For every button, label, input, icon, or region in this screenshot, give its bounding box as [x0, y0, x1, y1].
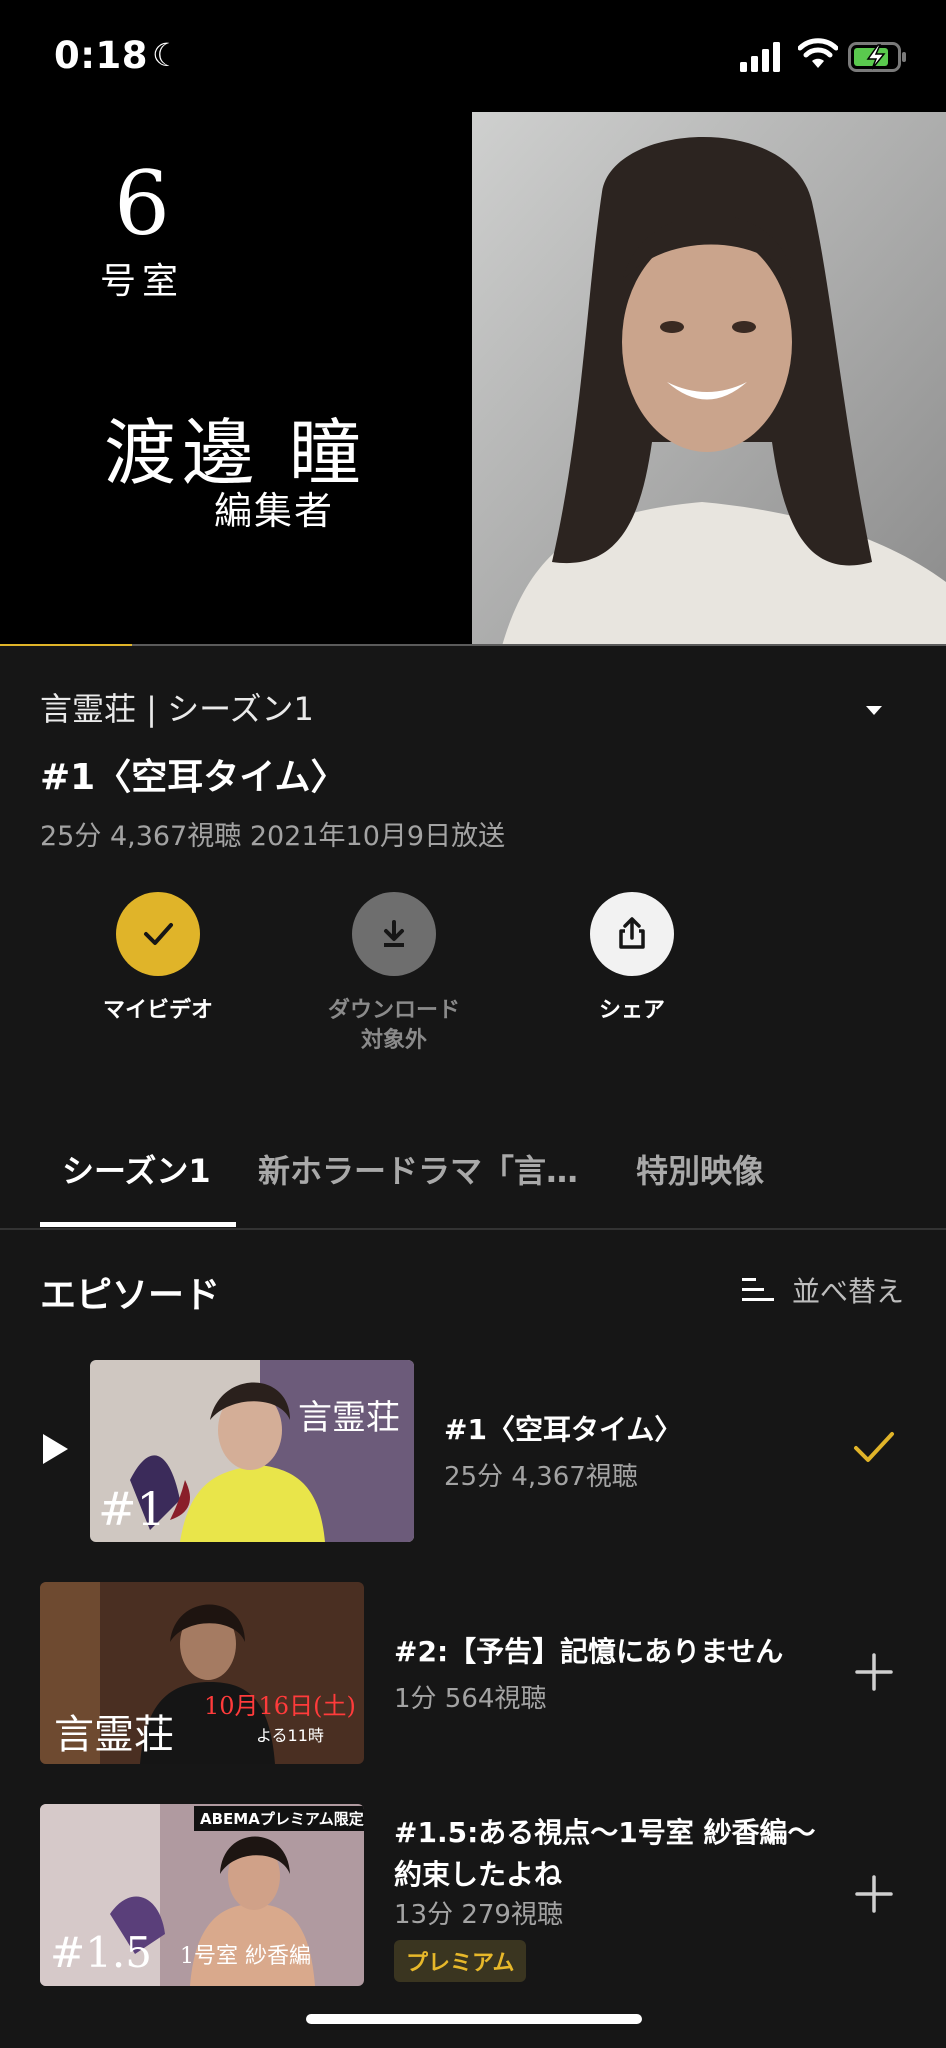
- status-time: 0:18: [54, 34, 149, 77]
- check-icon[interactable]: [852, 1428, 896, 1466]
- person-role: 編集者: [214, 489, 335, 533]
- share-icon: [590, 892, 674, 976]
- thumbnail-brand: 言霊荘: [54, 1712, 174, 1758]
- wifi-icon: [798, 38, 838, 68]
- video-title-card: 6 号室 渡邊 瞳 編集者: [0, 112, 472, 646]
- thumbnail-caption: 1号室 紗香編: [180, 1944, 311, 1969]
- tab-season-1[interactable]: シーズン1: [62, 1146, 211, 1192]
- episode-thumbnail[interactable]: 言霊荘 10月16日(土) よる11時: [40, 1582, 364, 1764]
- playback-progress-fill: [0, 644, 133, 646]
- battery-charging-icon: [848, 42, 906, 72]
- moon-icon: ☾: [152, 36, 181, 74]
- episodes-heading: エピソード: [40, 1275, 221, 1316]
- series-title: 言霊荘 | シーズン1: [40, 690, 314, 728]
- episode-thumbnail[interactable]: ABEMAプレミアム限定 #1.5 1号室 紗香編: [40, 1804, 364, 1986]
- play-icon[interactable]: [40, 1432, 70, 1466]
- episode-title[interactable]: #1.5:ある視点〜1号室 紗香編〜約束したよね: [394, 1812, 834, 1896]
- thumbnail-episode-label: #1: [98, 1482, 166, 1536]
- playback-progress-track[interactable]: [0, 644, 946, 646]
- video-player[interactable]: 6 号室 渡邊 瞳 編集者: [0, 112, 946, 646]
- room-label: 号室: [99, 261, 184, 302]
- episode-meta: 13分 279視聴: [394, 1900, 563, 1930]
- my-video-button[interactable]: マイビデオ: [58, 892, 258, 1026]
- chevron-down-icon[interactable]: [860, 700, 888, 720]
- share-label: シェア: [598, 998, 665, 1023]
- thumbnail-premium-tag: ABEMAプレミアム限定: [194, 1806, 364, 1831]
- episode-title[interactable]: #2:【予告】記憶にありません: [394, 1630, 783, 1670]
- thumbnail-brand: 言霊荘: [298, 1398, 400, 1438]
- my-video-label: マイビデオ: [102, 998, 213, 1023]
- download-button[interactable]: ダウンロード 対象外: [294, 892, 494, 1055]
- thumbnail-episode-label: #1.5: [50, 1928, 152, 1977]
- premium-badge: プレミアム: [394, 1940, 527, 1982]
- episode-thumbnail[interactable]: #1 言霊荘: [90, 1360, 414, 1542]
- video-frame-image: [472, 112, 946, 646]
- season-tabs: シーズン1 新ホラードラマ「言… 特別映像: [0, 1128, 946, 1228]
- home-indicator[interactable]: [306, 2014, 642, 2024]
- episode-meta: 1分 564視聴: [394, 1684, 547, 1714]
- download-label: ダウンロード: [327, 998, 460, 1023]
- thumbnail-time: よる11時: [256, 1726, 324, 1745]
- thumbnail-date: 10月16日(土): [204, 1692, 356, 1720]
- sort-button[interactable]: 並べ替え: [792, 1270, 904, 1310]
- download-icon: [352, 892, 436, 976]
- active-tab-indicator: [40, 1222, 236, 1227]
- episode-title: #1〈空耳タイム〉: [40, 757, 347, 798]
- divider: [0, 1228, 946, 1230]
- room-number: 6: [114, 152, 170, 255]
- sort-icon[interactable]: [740, 1274, 776, 1306]
- episode-title[interactable]: #1〈空耳タイム〉: [444, 1408, 682, 1448]
- plus-icon[interactable]: [854, 1874, 894, 1914]
- tab-new-horror-drama[interactable]: 新ホラードラマ「言…: [258, 1146, 594, 1192]
- cellular-signal-icon: [740, 42, 780, 72]
- check-icon: [116, 892, 200, 976]
- download-unavailable-label: 対象外: [360, 1027, 427, 1053]
- share-button[interactable]: シェア: [532, 892, 732, 1026]
- plus-icon[interactable]: [854, 1652, 894, 1692]
- episode-meta: 25分 4,367視聴 2021年10月9日放送: [40, 821, 506, 852]
- tab-special-videos[interactable]: 特別映像: [636, 1146, 764, 1192]
- episode-meta: 25分 4,367視聴: [444, 1462, 638, 1492]
